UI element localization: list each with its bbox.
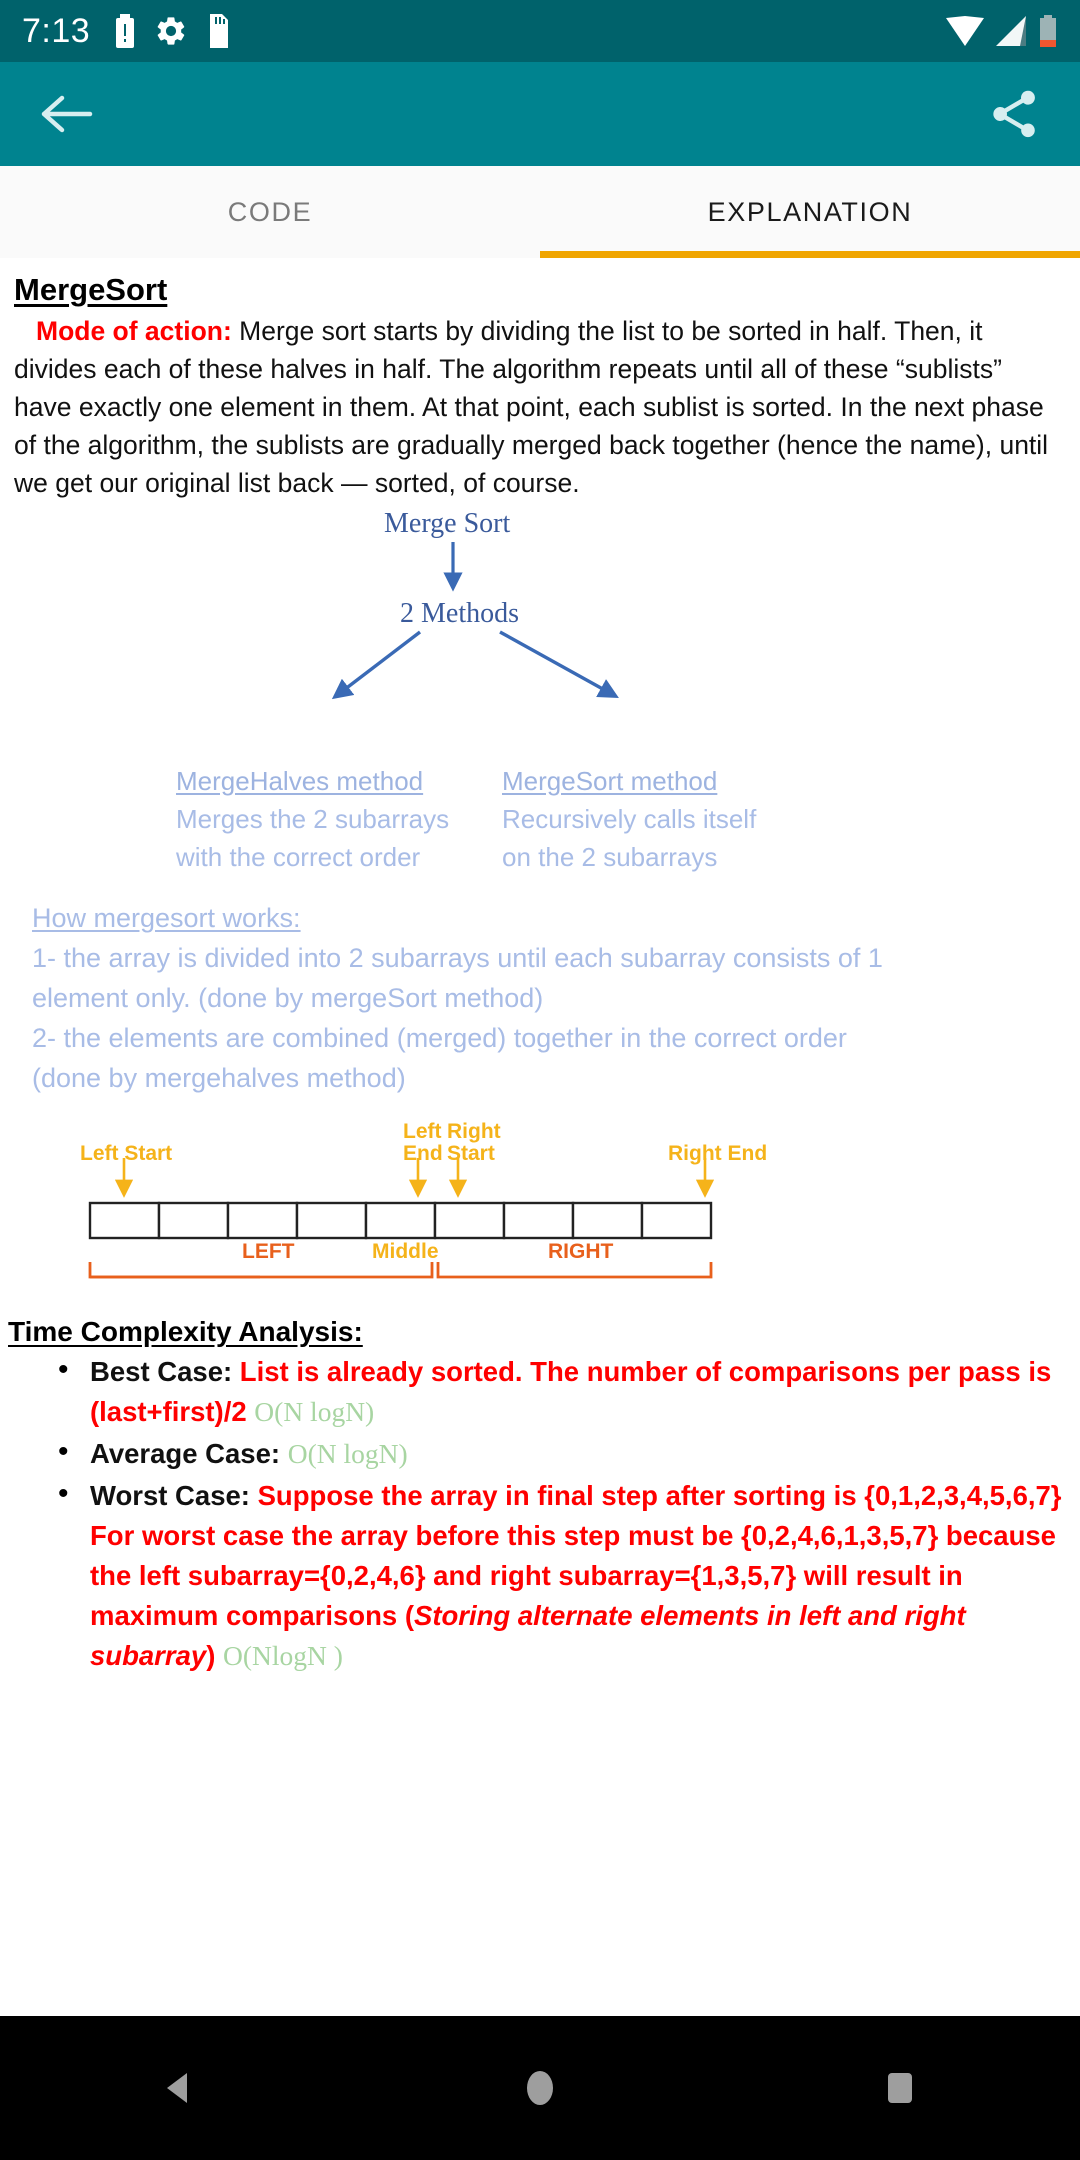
left-end-label-line2: End (403, 1142, 443, 1165)
best-case-label: Best Case: (90, 1356, 240, 1387)
nav-back-icon (167, 2073, 187, 2103)
mode-of-action-label: Mode of action: (36, 316, 232, 346)
signal-icon (996, 16, 1026, 46)
how-mergesort-works-section: How mergesort works: 1- the array is div… (32, 898, 1080, 1098)
method-title-mergesort: MergeSort method (502, 766, 718, 796)
how-mergesort-works-line-2: element only. (done by mergeSort method) (32, 983, 544, 1013)
right-end-label: Right End (668, 1142, 768, 1165)
right-start-label-line2: Start (447, 1142, 495, 1165)
app-bar (0, 62, 1080, 166)
tree-middle-label: 2 Methods (400, 598, 519, 629)
tree-arrows (331, 542, 619, 700)
share-button[interactable] (982, 82, 1046, 146)
nav-home-button[interactable] (485, 2033, 595, 2143)
worst-case-bigo: O(NlogN ) (223, 1640, 343, 1671)
tab-explanation[interactable]: EXPLANATION (540, 166, 1080, 258)
page-title: MergeSort (14, 272, 168, 307)
complexity-average-case: Average Case: O(N logN) (58, 1432, 1080, 1474)
method-desc-mergehalves-line2: with the correct order (176, 842, 421, 872)
method-desc-mergehalves-line1: Merges the 2 subarrays (176, 804, 450, 834)
how-mergesort-works-line-4: (done by mergehalves method) (32, 1063, 406, 1093)
back-arrow-icon (41, 95, 93, 133)
time-complexity-title: Time Complexity Analysis: (8, 1316, 363, 1347)
left-end-label-line1: Left (403, 1120, 442, 1143)
tree-root-label: Merge Sort (384, 508, 511, 539)
left-segment-label: LEFT (242, 1240, 295, 1263)
wifi-icon (946, 16, 984, 46)
sd-card-icon (210, 14, 229, 48)
mode-of-action-paragraph: Mode of action: Merge sort starts by div… (14, 312, 1062, 502)
methods-tree-diagram: Merge Sort 2 Methods (0, 508, 1080, 760)
back-button[interactable] (34, 82, 98, 146)
status-system-icons (946, 15, 1058, 47)
method-title-mergehalves: MergeHalves method (176, 766, 424, 796)
share-icon (993, 90, 1035, 138)
time-complexity-list: Best Case: List is already sorted. The n… (58, 1350, 1080, 1676)
system-nav-bar (0, 2016, 1080, 2160)
how-mergesort-works-title: How mergesort works: (32, 903, 301, 933)
nav-home-icon (527, 2071, 553, 2105)
tab-indicator (540, 251, 1080, 258)
method-desc-mergesort-line2: on the 2 subarrays (502, 842, 718, 872)
middle-segment-label: Middle (372, 1240, 439, 1263)
battery-alert-icon (116, 14, 135, 48)
status-time: 7:13 (22, 11, 91, 50)
nav-recents-icon (888, 2073, 912, 2103)
right-start-label-line1: Right (447, 1120, 501, 1143)
worst-case-label: Worst Case: (90, 1480, 258, 1511)
battery-icon (1040, 15, 1056, 47)
nav-back-button[interactable] (125, 2033, 235, 2143)
settings-gear-icon (157, 17, 185, 45)
best-case-bigo: O(N logN) (254, 1396, 375, 1427)
how-mergesort-works-line-3: 2- the elements are combined (merged) to… (32, 1023, 847, 1053)
how-mergesort-works-line-1: 1- the array is divided into 2 subarrays… (32, 943, 883, 973)
array-partition-diagram: Left Start Left End Right Start Right En… (0, 1120, 1080, 1300)
average-case-label: Average Case: (90, 1438, 288, 1469)
method-descriptions: MergeHalves method Merges the 2 subarray… (0, 762, 1080, 876)
tab-code[interactable]: CODE (0, 166, 540, 258)
method-card-mergesort: MergeSort method Recursively calls itsel… (502, 762, 802, 876)
status-notification-icons (114, 14, 230, 48)
tab-bar: CODE EXPLANATION (0, 166, 1080, 258)
left-start-label: Left Start (80, 1142, 173, 1165)
worst-case-close: ) (206, 1640, 223, 1671)
explanation-content[interactable]: MergeSort Mode of action: Merge sort sta… (0, 258, 1080, 2116)
average-case-bigo: O(N logN) (287, 1438, 408, 1469)
method-desc-mergesort-line1: Recursively calls itself (502, 804, 757, 834)
right-segment-label: RIGHT (548, 1240, 614, 1263)
time-complexity-section: Time Complexity Analysis: Best Case: Lis… (8, 1316, 1080, 1676)
nav-recents-button[interactable] (845, 2033, 955, 2143)
complexity-worst-case: Worst Case: Suppose the array in final s… (58, 1474, 1080, 1676)
method-card-mergehalves: MergeHalves method Merges the 2 subarray… (176, 762, 466, 876)
complexity-best-case: Best Case: List is already sorted. The n… (58, 1350, 1080, 1432)
status-bar: 7:13 (0, 0, 1080, 62)
